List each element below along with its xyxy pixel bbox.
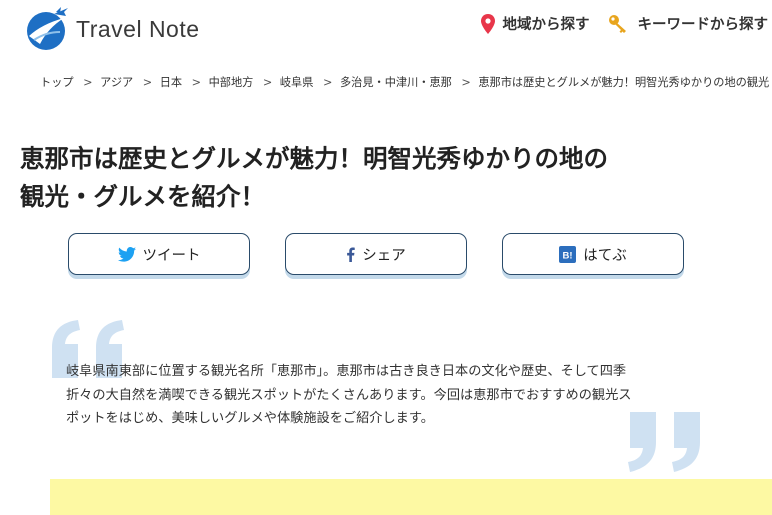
article-intro: 岐阜県南東部に位置する観光名所「恵那市」。恵那市は古き良き日本の文化や歴史、そし… <box>66 360 694 431</box>
article-title: 恵那市は歴史とグルメが魅力！明智光秀ゆかりの地の 観光・グルメを紹介！ <box>20 140 760 216</box>
search-by-keyword-link[interactable]: キーワードから探す <box>608 13 769 34</box>
breadcrumb-item-top[interactable]: トップ <box>40 76 74 89</box>
hatena-label: はてぶ <box>583 247 627 264</box>
key-icon <box>608 14 626 33</box>
breadcrumb-separator: > <box>191 76 202 89</box>
intro-line-3: ポットをはじめ、美味しいグルメや体験施設をご紹介します。 <box>66 411 434 426</box>
close-quote-icon <box>628 412 700 472</box>
hatena-badge-text: B! <box>563 250 573 261</box>
site-logo[interactable]: Travel Note <box>24 6 200 52</box>
breadcrumb-item-gifu[interactable]: 岐阜県 <box>280 76 314 89</box>
twitter-bird-icon <box>117 246 136 262</box>
breadcrumb-item-tajimi-area[interactable]: 多治見・中津川・恵那 <box>340 76 452 89</box>
header-nav: 地域から探す キーワードから探す <box>463 13 769 34</box>
facebook-share-button[interactable]: シェア <box>285 233 467 275</box>
search-by-region-link[interactable]: 地域から探す <box>480 13 590 34</box>
map-pin-icon <box>480 13 495 34</box>
tweet-button[interactable]: ツイート <box>68 233 250 275</box>
facebook-icon <box>347 246 355 262</box>
breadcrumb: トップ > アジア > 日本 > 中部地方 > 岐阜県 > 多治見・中津川・恵那… <box>40 74 772 90</box>
breadcrumb-separator: > <box>461 76 471 89</box>
logo-text: Travel Note <box>76 15 200 42</box>
breadcrumb-separator: > <box>262 76 273 89</box>
site-header: Travel Note 地域から探す キーワードから探す <box>0 0 772 60</box>
share-label: シェア <box>362 247 406 264</box>
search-by-keyword-label: キーワードから探す <box>637 17 769 33</box>
hatena-bookmark-icon: B! <box>559 245 577 263</box>
breadcrumb-item-japan[interactable]: 日本 <box>160 76 182 89</box>
breadcrumb-current-page: 恵那市は歴史とグルメが魅力！明智光秀ゆかりの地の観光 <box>478 76 770 89</box>
breadcrumb-separator: > <box>83 76 93 89</box>
breadcrumb-separator: > <box>323 76 333 89</box>
logo-globe-icon <box>27 7 68 50</box>
share-buttons: ツイート シェア B! はてぶ <box>68 233 688 283</box>
tweet-label: ツイート <box>142 247 201 264</box>
breadcrumb-separator: > <box>142 76 153 89</box>
hatena-bookmark-button[interactable]: B! はてぶ <box>502 233 684 275</box>
highlight-box <box>50 479 772 515</box>
breadcrumb-item-chubu[interactable]: 中部地方 <box>209 76 254 89</box>
search-by-region-label: 地域から探す <box>502 17 590 33</box>
article-title-line-2: 観光・グルメを紹介！ <box>20 182 265 211</box>
article-title-line-1: 恵那市は歴史とグルメが魅力！明智光秀ゆかりの地の <box>20 144 608 173</box>
breadcrumb-item-asia[interactable]: アジア <box>100 76 133 89</box>
intro-line-2: 折々の大自然を満喫できる観光スポットがたくさんあります。今回は恵那市でおすすめの… <box>66 387 632 403</box>
intro-line-1: 岐阜県南東部に位置する観光名所「恵那市」。恵那市は古き良き日本の文化や歴史、そし… <box>66 364 627 379</box>
